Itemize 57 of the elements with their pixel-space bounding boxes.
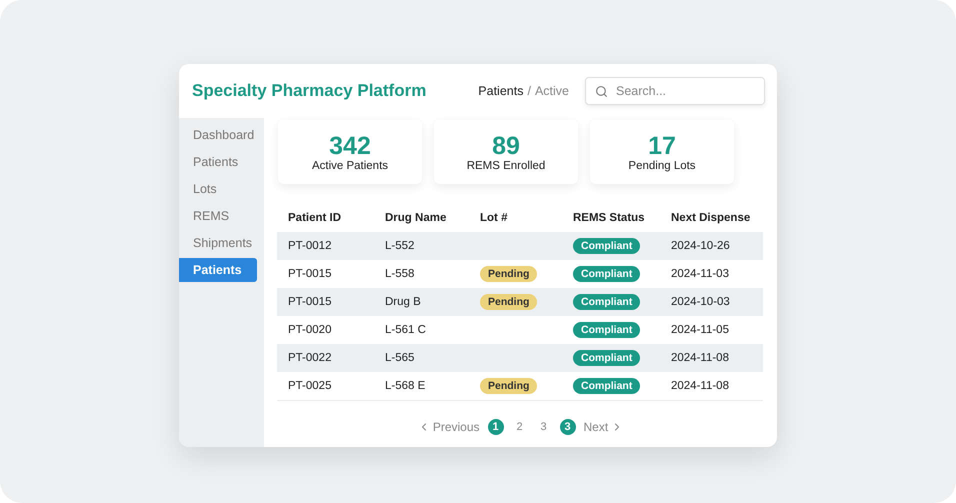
sidebar-item[interactable]: REMS xyxy=(179,204,257,228)
rems-status-badge: Compliant xyxy=(573,378,640,394)
page-number[interactable]: 3 xyxy=(536,419,552,435)
search-icon xyxy=(595,84,608,98)
column-header: Patient ID xyxy=(288,212,342,224)
table-cell-text: PT-0020 xyxy=(288,324,332,336)
table-cell-text: L-568 E xyxy=(385,380,426,392)
table-cell-text: L-561 C xyxy=(385,324,427,336)
previous-link[interactable]: Previous xyxy=(418,420,480,434)
rems-status-badge: Compliant xyxy=(573,322,640,338)
table-cell-text: 2024-11-05 xyxy=(671,324,730,336)
lot-status-badge: Pending xyxy=(480,294,538,310)
rems-status-badge: Compliant xyxy=(573,350,640,366)
stat-value: 89 xyxy=(492,132,520,160)
table-cell-text: L-565 xyxy=(385,352,416,364)
next-link[interactable]: Next xyxy=(584,420,624,434)
stat-label: Active Patients xyxy=(312,160,388,172)
column-header: Lot # xyxy=(480,212,508,224)
lot-status-badge: Pending xyxy=(480,378,538,394)
search-input[interactable]: Search... xyxy=(614,83,738,99)
table-cell-text: 2024-11-08 xyxy=(671,380,730,392)
rems-status-badge: Compliant xyxy=(573,238,640,254)
sidebar-item[interactable]: Patients xyxy=(179,150,257,174)
page-number[interactable]: 1 xyxy=(488,419,504,435)
breadcrumb-sub: Active xyxy=(534,84,569,98)
table-cell-text: PT-0015 xyxy=(288,268,332,280)
column-header: Drug Name xyxy=(385,212,448,224)
column-header: Next Dispense xyxy=(671,212,752,224)
page-number[interactable]: 2 xyxy=(512,419,528,435)
sidebar-item[interactable]: Lots xyxy=(179,177,257,201)
table-cell-text: PT-0022 xyxy=(288,352,332,364)
table-cell-text: L-558 xyxy=(385,268,416,280)
table-cell-text: Drug B xyxy=(385,296,422,308)
stat-label: REMS Enrolled xyxy=(466,160,546,172)
table-cell-text: 2024-11-03 xyxy=(671,268,730,280)
lot-status-badge: Pending xyxy=(480,266,538,282)
breadcrumb-separator: / xyxy=(527,84,531,98)
stat-value: 342 xyxy=(329,132,371,160)
rems-status-badge: Compliant xyxy=(573,266,640,282)
breadcrumb-current[interactable]: Patients xyxy=(478,84,524,98)
sidebar-item[interactable]: Shipments xyxy=(179,231,257,255)
table-cell-text: 2024-10-03 xyxy=(671,296,731,308)
table-cell-text: PT-0015 xyxy=(288,296,332,308)
stat-value: 17 xyxy=(648,132,676,160)
app-title: Specialty Pharmacy Platform xyxy=(192,81,428,101)
page-number[interactable]: 3 xyxy=(560,419,576,435)
table-cell-text: PT-0012 xyxy=(288,240,332,252)
table-cell-text: PT-0025 xyxy=(288,380,332,392)
search-field[interactable]: Search... xyxy=(585,77,765,105)
sidebar-item[interactable]: Patients xyxy=(179,258,257,282)
rems-status-badge: Compliant xyxy=(573,294,640,310)
column-header: REMS Status xyxy=(573,212,646,224)
stat-label: Pending Lots xyxy=(628,160,696,172)
table-cell-text: 2024-11-08 xyxy=(671,352,730,364)
table-cell-text: L-552 xyxy=(385,240,416,252)
table-cell-text: 2024-10-26 xyxy=(671,240,731,252)
sidebar-item[interactable]: Dashboard xyxy=(179,123,257,147)
